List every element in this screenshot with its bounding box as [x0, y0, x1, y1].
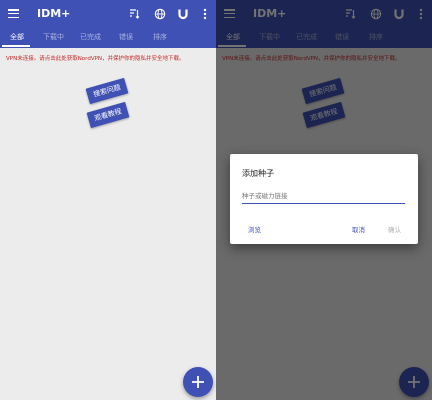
sort-icon[interactable] [127, 7, 141, 21]
tab-indicator [2, 45, 30, 47]
add-button[interactable] [183, 367, 213, 397]
view-tutorial-button[interactable]: 观看教程 [86, 101, 130, 129]
tab-downloading[interactable]: 下载中 [43, 32, 64, 42]
dialog-screen: IDM+ 全部 下载中 已完成 错误 排序 VPN未连接。请点击此处获取Nord… [216, 0, 432, 400]
torrent-link-input[interactable] [242, 189, 405, 204]
app-title: IDM+ [37, 7, 71, 20]
add-icon [192, 376, 204, 388]
app-bar: IDM+ [0, 0, 216, 29]
menu-icon[interactable] [8, 9, 19, 19]
tab-sort[interactable]: 排序 [153, 32, 167, 42]
confirm-button[interactable]: 确认 [388, 224, 401, 234]
cancel-button[interactable]: 取消 [352, 224, 365, 234]
tab-error[interactable]: 错误 [119, 32, 133, 42]
search-problem-button[interactable]: 搜索问题 [85, 77, 129, 105]
vpn-notice[interactable]: VPN未连接。请点击此处获取NordVPN，并保护你的隐私并安全地下载。 [6, 54, 212, 62]
tab-bar: 全部 下载中 已完成 错误 排序 [0, 29, 216, 48]
browse-button[interactable]: 浏览 [248, 224, 261, 234]
add-torrent-dialog: 添加种子 浏览 取消 确认 [230, 154, 418, 244]
tab-all[interactable]: 全部 [10, 32, 24, 42]
dialog-title: 添加种子 [242, 169, 274, 178]
globe-icon[interactable] [153, 7, 167, 21]
more-vert-icon[interactable] [198, 7, 212, 21]
main-screen: IDM+ 全部 下载中 已完成 错误 排序 VPN未连接。请点击此处获取Nord… [0, 0, 216, 400]
tab-completed[interactable]: 已完成 [80, 32, 101, 42]
magnet-icon[interactable] [176, 7, 190, 21]
